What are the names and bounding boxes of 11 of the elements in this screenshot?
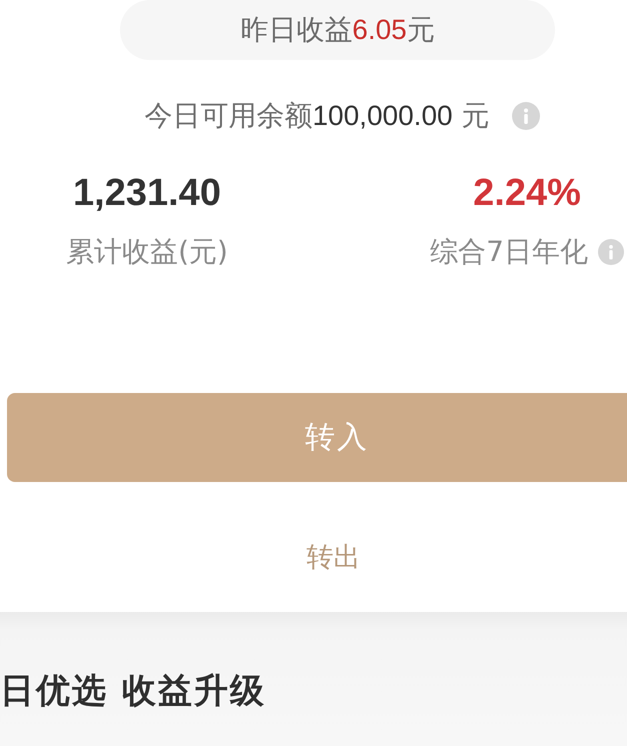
section-heading: 日优选 收益升级 xyxy=(0,671,267,711)
transfer-out-link[interactable]: 转出 xyxy=(302,538,364,578)
transfer-in-button[interactable]: 转入 xyxy=(7,393,627,482)
info-icon[interactable] xyxy=(598,239,624,265)
stat-value: 1,231.40 xyxy=(73,173,221,213)
stat-label: 累计收益(元) xyxy=(66,235,228,269)
stat-value: 2.24% xyxy=(473,173,581,213)
yesterday-earnings-banner: 昨日收益6.05元 xyxy=(120,0,555,60)
info-icon[interactable] xyxy=(512,102,540,130)
available-balance-text: 今日可用余额100,000.00 元 xyxy=(144,99,490,133)
stat-label: 综合7日年化 xyxy=(430,235,588,269)
